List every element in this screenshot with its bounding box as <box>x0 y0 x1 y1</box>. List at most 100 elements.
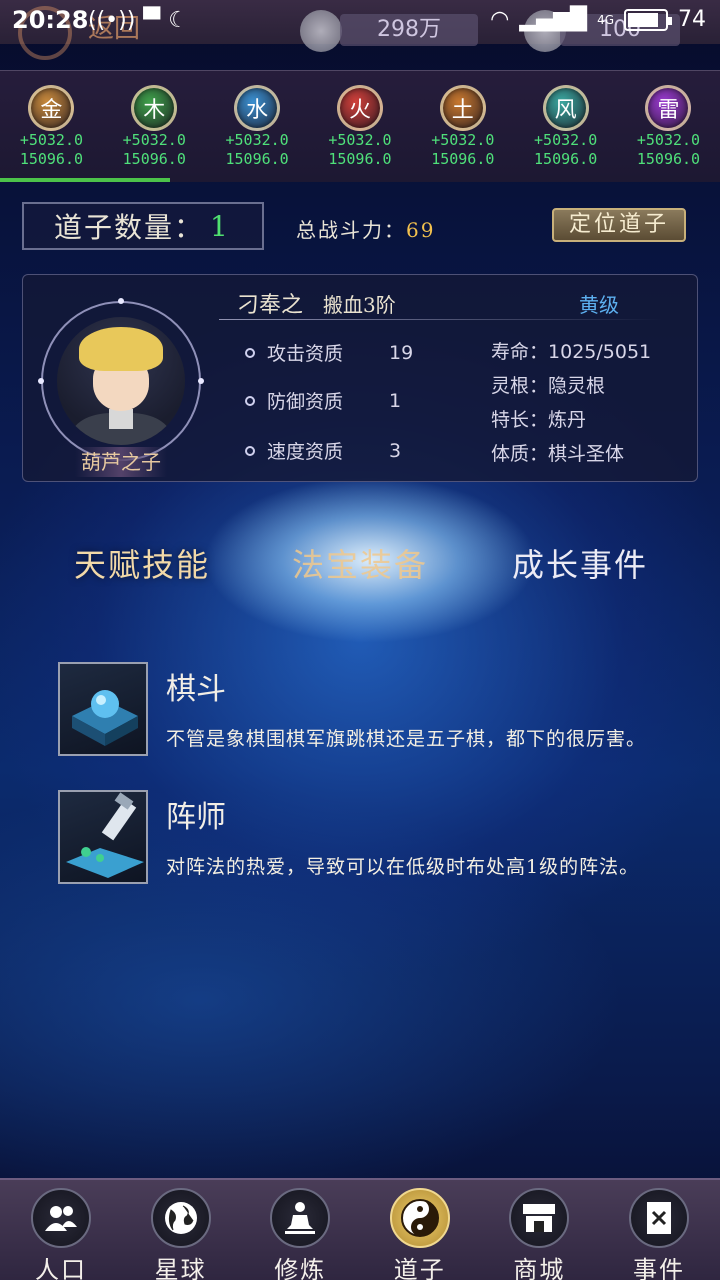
element-total: 15096.0 <box>534 150 598 168</box>
nav-label: 商城 <box>513 1256 566 1280</box>
info-lifespan: 寿命：1025/5051 <box>491 337 651 364</box>
nav-planet[interactable]: 星球 <box>132 1188 230 1280</box>
skill-description: 对阵法的热爱，导致可以在低级时布处高1级的阵法。 <box>166 856 640 878</box>
status-bar: 返回 20:28 ((•)) ▀ ☾ 298万 100 ◠ ▂▄▆█ 4G 74 <box>0 0 720 60</box>
hotspot-icon: ((•)) <box>88 8 136 33</box>
character-title-tag: 葫芦之子 <box>75 447 167 477</box>
element-item[interactable]: 风 +5032.0 15096.0 <box>518 85 614 182</box>
ring-dot-top <box>118 298 124 304</box>
tab-talent-skills[interactable]: 天赋技能 <box>63 540 215 586</box>
bullet-icon <box>245 445 255 456</box>
app-screen: 返回 20:28 ((•)) ▀ ☾ 298万 100 ◠ ▂▄▆█ 4G 74… <box>0 0 720 1280</box>
disciple-count-label: 道子数量： <box>54 211 205 244</box>
yinyang-icon <box>389 1188 450 1248</box>
info-value: 棋斗圣体 <box>548 443 625 465</box>
stat-label: 防御资质 <box>267 391 344 413</box>
element-badge-icon: 风 <box>542 85 589 131</box>
skill-item[interactable]: 阵师 对阵法的热爱，导致可以在低级时布处高1级的阵法。 <box>58 790 718 886</box>
element-total: 15096.0 <box>431 150 495 168</box>
battery-level: 74 <box>678 7 706 32</box>
element-item[interactable]: 木 +5032.0 15096.0 <box>106 85 202 182</box>
element-item[interactable]: 金 +5032.0 15096.0 <box>3 85 99 182</box>
nav-cultivate[interactable]: 修炼 <box>251 1188 349 1280</box>
status-notification-icons: ((•)) ▀ ☾ <box>88 8 188 33</box>
avatar-hair <box>79 327 163 371</box>
divider <box>219 319 663 320</box>
nav-label: 人口 <box>35 1256 87 1280</box>
stat-attack: 攻击资质 19 <box>245 339 413 366</box>
element-badge-icon: 土 <box>439 85 486 131</box>
element-gain: +5032.0 <box>225 131 289 149</box>
nav-label: 星球 <box>154 1256 207 1280</box>
element-total: 15096.0 <box>636 150 701 168</box>
ring-dot-left <box>38 378 44 384</box>
element-resources-bar: 金 +5032.0 15096.0 木 +5032.0 15096.0 水 +5032.0 15… <box>0 70 720 182</box>
meditate-icon <box>270 1188 331 1248</box>
element-badge-icon: 雷 <box>645 85 692 131</box>
character-grade: 黄级 <box>579 293 619 317</box>
element-total: 15096.0 <box>19 150 84 168</box>
info-value: 1025/5051 <box>548 341 652 363</box>
character-name: 刁奉之 <box>237 293 304 318</box>
element-badge-icon: 金 <box>28 85 75 131</box>
info-label: 灵根： <box>491 375 549 397</box>
character-card[interactable]: 葫芦之子 刁奉之 搬血3阶 黄级 攻击资质 19 防御资质 1 速度资质 3 寿… <box>22 274 698 482</box>
skill-item[interactable]: 棋斗 不管是象棋围棋军旗跳棋还是五子棋，都下的很厉害。 <box>58 662 718 758</box>
element-total: 15096.0 <box>122 150 186 168</box>
people-icon <box>31 1188 91 1248</box>
element-gain: +5032.0 <box>534 131 598 149</box>
element-gain: +5032.0 <box>328 131 392 149</box>
element-badge-icon: 火 <box>336 85 383 131</box>
resource-spirit-value: 298万 <box>340 14 478 46</box>
info-label: 寿命： <box>491 341 549 363</box>
stat-value: 19 <box>389 341 414 364</box>
avatar-collar <box>109 409 133 429</box>
element-item[interactable]: 土 +5032.0 15096.0 <box>415 85 511 182</box>
nav-label: 道子 <box>393 1256 446 1280</box>
moon-icon: ☾ <box>168 8 188 33</box>
info-label: 特长： <box>491 409 549 431</box>
active-element-underline <box>0 178 170 182</box>
nav-events[interactable]: 事件 <box>610 1188 708 1280</box>
bullet-icon <box>245 395 255 406</box>
stat-label: 速度资质 <box>267 441 344 463</box>
tab-growth-events[interactable]: 成长事件 <box>512 540 648 586</box>
network-type: 4G <box>597 12 614 27</box>
stat-value: 1 <box>389 389 402 412</box>
shop-icon <box>509 1188 570 1248</box>
element-total: 15096.0 <box>328 150 392 168</box>
info-value: 炼丹 <box>548 409 587 431</box>
character-rank: 搬血3阶 <box>323 293 396 317</box>
element-gain: +5032.0 <box>122 131 186 149</box>
element-item[interactable]: 雷 +5032.0 15096.0 <box>620 85 716 182</box>
element-gain: +5032.0 <box>431 131 495 149</box>
element-item[interactable]: 水 +5032.0 15096.0 <box>209 85 305 182</box>
battery-icon <box>624 8 672 31</box>
info-spirit-root: 灵根：隐灵根 <box>491 371 605 398</box>
stat-defense: 防御资质 1 <box>245 387 401 414</box>
wifi-icon: ◠ <box>490 7 510 32</box>
tab-equipment[interactable]: 法宝装备 <box>292 540 428 586</box>
stat-speed: 速度资质 3 <box>245 437 401 464</box>
disciple-count-value: 1 <box>210 209 230 243</box>
book-icon <box>628 1188 689 1248</box>
bottom-navigation: 人口 星球 修炼 道子 商城 事件 <box>0 1178 720 1280</box>
element-badge-icon: 木 <box>131 85 178 131</box>
skill-name: 棋斗 <box>166 672 226 707</box>
info-value: 隐灵根 <box>548 375 606 397</box>
character-avatar <box>57 317 185 445</box>
nav-population[interactable]: 人口 <box>12 1188 110 1280</box>
info-physique: 体质：棋斗圣体 <box>491 439 624 466</box>
info-label: 体质： <box>491 443 549 465</box>
info-specialty: 特长：炼丹 <box>491 405 586 432</box>
element-item[interactable]: 火 +5032.0 15096.0 <box>312 85 408 182</box>
stat-label: 攻击资质 <box>267 343 344 365</box>
bullet-icon <box>245 347 255 358</box>
total-power: 总战斗力：69 <box>296 214 435 243</box>
status-time: 20:28 <box>12 6 89 34</box>
nav-disciple[interactable]: 道子 <box>371 1188 469 1280</box>
nav-shop[interactable]: 商城 <box>490 1188 588 1280</box>
element-gain: +5032.0 <box>636 131 701 149</box>
locate-disciple-button[interactable]: 定位道子 <box>552 208 686 242</box>
element-gain: +5032.0 <box>19 131 84 149</box>
